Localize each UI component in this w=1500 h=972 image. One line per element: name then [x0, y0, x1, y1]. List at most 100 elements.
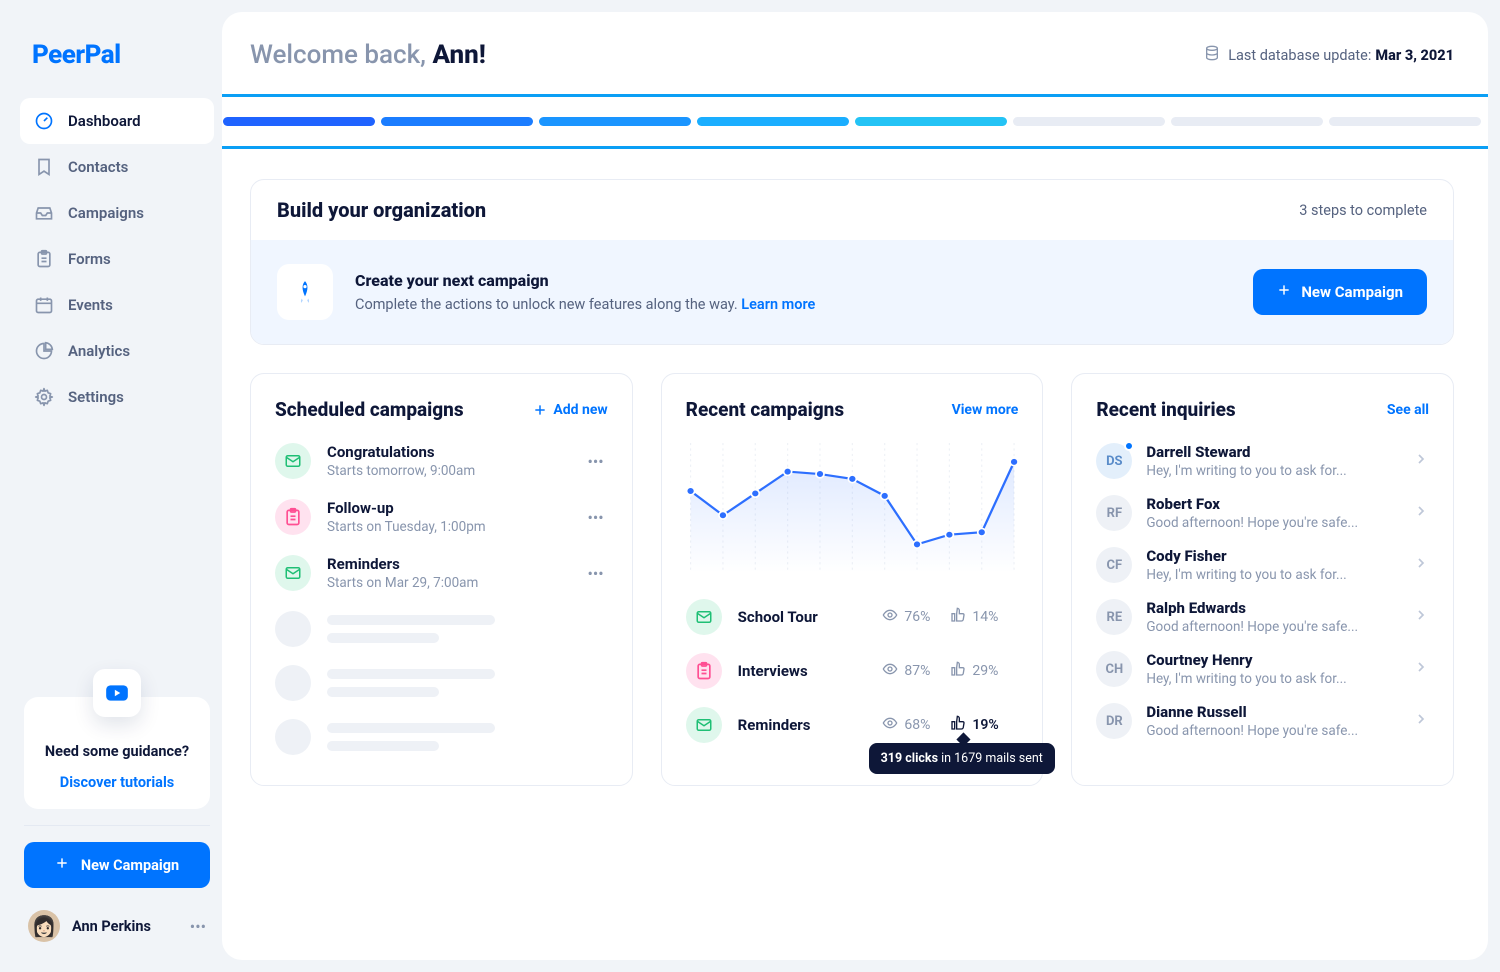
- guidance-card: Need some guidance? Discover tutorials: [24, 697, 210, 809]
- clipboard-icon: [34, 249, 54, 269]
- nav-label: Analytics: [68, 342, 130, 360]
- item-title: Follow-up: [327, 499, 583, 517]
- clicks-stat: 29%: [950, 661, 1018, 681]
- sidebar-bottom: New Campaign 👩🏻 Ann Perkins •••: [24, 825, 210, 946]
- inquiry-item[interactable]: CFCody FisherHey, I'm writing to you to …: [1096, 547, 1429, 583]
- inquiry-avatar: RE: [1096, 599, 1132, 635]
- clipboard-icon: [275, 499, 311, 535]
- sidebar-item-analytics[interactable]: Analytics: [20, 328, 214, 374]
- banner-title: Create your next campaign: [355, 271, 1253, 290]
- profile-name: Ann Perkins: [72, 918, 190, 935]
- recent-campaign-item[interactable]: Reminders68%19%319 clicks in 1679 mails …: [686, 707, 1019, 743]
- video-icon: [93, 669, 141, 717]
- progress-segment: [223, 117, 375, 126]
- progress-segment: [1013, 117, 1165, 126]
- card-title: Scheduled campaigns: [275, 398, 464, 421]
- progress-segment: [381, 117, 533, 126]
- inquiry-item[interactable]: RFRobert FoxGood afternoon! Hope you're …: [1096, 495, 1429, 531]
- inquiry-item[interactable]: CHCourtney HenryHey, I'm writing to you …: [1096, 651, 1429, 687]
- campaign-chart: [686, 443, 1019, 573]
- gauge-icon: [34, 111, 54, 131]
- campaign-name: School Tour: [738, 608, 883, 626]
- recent-campaign-item[interactable]: Interviews87%29%: [686, 653, 1019, 689]
- inquiry-item[interactable]: DSDarrell StewardHey, I'm writing to you…: [1096, 443, 1429, 479]
- new-campaign-button[interactable]: New Campaign: [24, 842, 210, 888]
- add-new-link[interactable]: Add new: [533, 402, 607, 418]
- new-campaign-banner-button[interactable]: New Campaign: [1253, 269, 1427, 315]
- inquiry-avatar: RF: [1096, 495, 1132, 531]
- chevron-right-icon: [1413, 659, 1429, 679]
- campaign-name: Reminders: [738, 716, 883, 734]
- build-section: Build your organization 3 steps to compl…: [250, 179, 1454, 345]
- clipboard-icon: [686, 653, 722, 689]
- calendar-icon: [34, 295, 54, 315]
- profile[interactable]: 👩🏻 Ann Perkins •••: [24, 906, 210, 946]
- sidebar-item-dashboard[interactable]: Dashboard: [20, 98, 214, 144]
- progress-segment: [1329, 117, 1481, 126]
- profile-more-icon[interactable]: •••: [190, 917, 206, 936]
- sidebar-item-forms[interactable]: Forms: [20, 236, 214, 282]
- inquiry-name: Dianne Russell: [1146, 703, 1405, 721]
- scheduled-item[interactable]: Follow-upStarts on Tuesday, 1:00pm•••: [275, 499, 608, 535]
- progress-segment: [855, 117, 1007, 126]
- header: Welcome back, Ann! Last database update:…: [250, 40, 1454, 70]
- main-content: Welcome back, Ann! Last database update:…: [222, 12, 1488, 960]
- sidebar-item-settings[interactable]: Settings: [20, 374, 214, 420]
- build-steps: 3 steps to complete: [1299, 202, 1427, 219]
- thumb-icon: [950, 607, 966, 627]
- guidance-title: Need some guidance?: [42, 743, 192, 760]
- inquiry-avatar: CF: [1096, 547, 1132, 583]
- more-icon[interactable]: •••: [583, 448, 607, 475]
- sidebar-item-contacts[interactable]: Contacts: [20, 144, 214, 190]
- chevron-right-icon: [1413, 555, 1429, 575]
- rocket-icon: [277, 264, 333, 320]
- item-title: Reminders: [327, 555, 583, 573]
- scheduled-item[interactable]: CongratulationsStarts tomorrow, 9:00am••…: [275, 443, 608, 479]
- skeleton-row: [275, 719, 608, 755]
- recent-inquiries-card: Recent inquiries See all DSDarrell Stewa…: [1071, 373, 1454, 786]
- welcome-text: Welcome back, Ann!: [250, 40, 486, 70]
- item-subtitle: Starts tomorrow, 9:00am: [327, 463, 583, 479]
- learn-more-link[interactable]: Learn more: [741, 296, 815, 313]
- see-all-link[interactable]: See all: [1387, 402, 1429, 418]
- inquiry-name: Ralph Edwards: [1146, 599, 1405, 617]
- inquiry-avatar: DS: [1096, 443, 1132, 479]
- skeleton-row: [275, 665, 608, 701]
- scheduled-item[interactable]: Reminders Starts on Mar 29, 7:00am•••: [275, 555, 608, 591]
- mail-icon: [686, 599, 722, 635]
- database-icon: [1204, 45, 1220, 65]
- inquiry-message: Hey, I'm writing to you to ask for...: [1146, 463, 1405, 479]
- eye-icon: [882, 715, 898, 735]
- banner-text: Complete the actions to unlock new featu…: [355, 296, 1253, 313]
- build-title: Build your organization: [277, 198, 486, 222]
- gear-icon: [34, 387, 54, 407]
- view-more-link[interactable]: View more: [952, 402, 1019, 418]
- views-stat: 76%: [882, 607, 950, 627]
- inquiry-name: Cody Fisher: [1146, 547, 1405, 565]
- more-icon[interactable]: •••: [583, 504, 607, 531]
- cards-row: Scheduled campaigns Add new Congratulati…: [250, 373, 1454, 786]
- progress-segment: [697, 117, 849, 126]
- mail-icon: [686, 707, 722, 743]
- discover-tutorials-link[interactable]: Discover tutorials: [42, 774, 192, 791]
- logo: PeerPal: [12, 32, 222, 98]
- item-subtitle: Starts on Mar 29, 7:00am: [327, 575, 583, 591]
- unread-dot: [1124, 441, 1134, 451]
- bookmark-icon: [34, 157, 54, 177]
- inquiry-item[interactable]: DRDianne RussellGood afternoon! Hope you…: [1096, 703, 1429, 739]
- nav: DashboardContactsCampaigns Forms Events Ana…: [12, 98, 222, 697]
- inquiry-message: Good afternoon! Hope you're safe...: [1146, 515, 1405, 531]
- sidebar-item-events[interactable]: Events: [20, 282, 214, 328]
- views-stat: 87%: [882, 661, 950, 681]
- more-icon[interactable]: •••: [583, 560, 607, 587]
- pie-icon: [34, 341, 54, 361]
- views-stat: 68%: [882, 715, 950, 735]
- mail-icon: [275, 443, 311, 479]
- sidebar-item-campaigns[interactable]: Campaigns: [20, 190, 214, 236]
- plus-icon: [1277, 283, 1291, 301]
- eye-icon: [882, 661, 898, 681]
- nav-label: Settings: [68, 388, 124, 406]
- recent-campaign-item[interactable]: School Tour76%14%: [686, 599, 1019, 635]
- nav-label: Forms: [68, 250, 111, 268]
- inquiry-item[interactable]: RERalph EdwardsGood afternoon! Hope you'…: [1096, 599, 1429, 635]
